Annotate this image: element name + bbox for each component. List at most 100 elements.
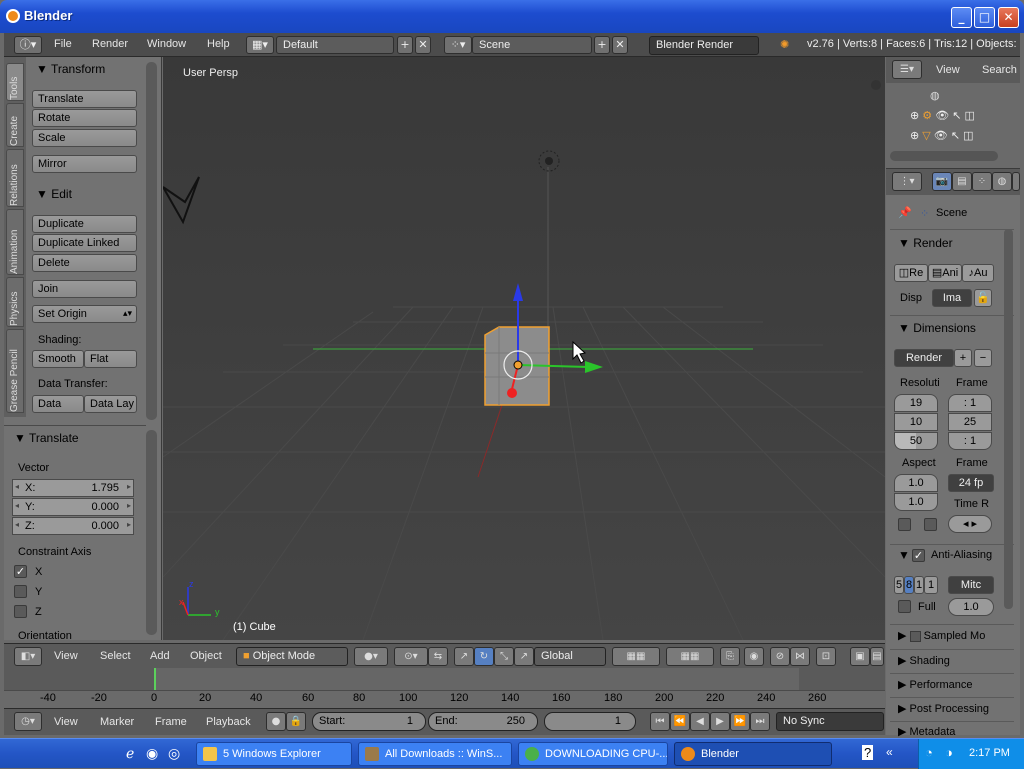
play-icon[interactable]: ▶ [710, 712, 730, 731]
duplicate-button[interactable]: Duplicate [32, 215, 137, 233]
render-preview-icon[interactable]: ◉ [744, 647, 764, 666]
render-preset-select[interactable]: Render [894, 349, 954, 367]
record-icon[interactable]: ● [266, 712, 286, 731]
3d-viewport[interactable]: User Persp (1) Cube z y x [163, 57, 885, 640]
edit-panel-header[interactable]: ▼ Edit [36, 187, 72, 201]
maximize-button[interactable]: □ [974, 7, 995, 28]
lock-interface-icon[interactable]: 🔓 [974, 289, 992, 307]
display-mode-select[interactable]: Ima [932, 289, 972, 307]
lock-icon[interactable]: ⎘ [720, 647, 740, 666]
translate-manipulator-icon[interactable]: ↗ [454, 647, 474, 666]
shading-panel-header[interactable]: ▶ Shading [898, 654, 950, 667]
screen-layout-field[interactable]: Default [276, 36, 394, 54]
render-animation-button[interactable]: ▤Ani [928, 264, 962, 282]
aa-filter-select[interactable]: Mitc [948, 576, 994, 594]
add-layout-icon[interactable]: + [397, 36, 413, 54]
camera-row-expand-icon[interactable]: ⊕ ⚙ 👁 ↖ ◫ [910, 109, 975, 122]
translate-button[interactable]: Translate [32, 90, 137, 108]
menu-file[interactable]: File [54, 38, 72, 50]
screen-layout-icon[interactable]: ▦▾ [246, 36, 274, 54]
post-processing-panel-header[interactable]: ▶ Post Processing [898, 702, 989, 715]
mode-select[interactable]: ■ Object Mode [236, 647, 348, 666]
close-button[interactable]: ✕ [998, 7, 1019, 28]
editor-type-timeline-icon[interactable]: ◷▾ [14, 712, 42, 731]
tab-animation[interactable]: Animation [6, 209, 24, 275]
snap-element-icon[interactable]: ⋈ [790, 647, 810, 666]
menu-help[interactable]: Help [207, 38, 230, 50]
jump-next-key-icon[interactable]: ⏩ [730, 712, 750, 731]
opengl-render-icon[interactable]: ▣ [850, 647, 870, 666]
quicklaunch-ie-icon[interactable]: ℯ [126, 745, 134, 762]
remove-scene-icon[interactable]: ✕ [612, 36, 628, 54]
jump-end-icon[interactable]: ⏭ [750, 712, 770, 731]
render-engine-select[interactable]: Blender Render [649, 36, 759, 55]
metadata-panel-header[interactable]: ▶ Metadata [898, 725, 955, 738]
minimize-button[interactable]: _ [951, 7, 972, 28]
add-scene-icon[interactable]: + [594, 36, 610, 54]
anti-aliasing-checkbox[interactable]: ✓ [912, 549, 925, 562]
flat-button[interactable]: Flat [84, 350, 137, 368]
full-sample-checkbox[interactable] [898, 600, 911, 613]
help-icon[interactable]: ? [862, 745, 874, 760]
delete-button[interactable]: Delete [32, 254, 137, 272]
render-audio-button[interactable]: ♪Au [962, 264, 994, 282]
editor-type-3d-icon[interactable]: ◧▾ [14, 647, 42, 666]
timeline-menu-marker[interactable]: Marker [100, 716, 134, 728]
join-button[interactable]: Join [32, 280, 137, 298]
operator-panel-scrollbar[interactable] [146, 430, 157, 635]
mirror-button[interactable]: Mirror [32, 155, 137, 173]
constraint-y-checkbox[interactable] [14, 585, 27, 598]
manipulator-toggle-icon[interactable]: ⇆ [428, 647, 448, 666]
transform-panel-header[interactable]: ▼ Transform [36, 62, 105, 76]
remove-preset-icon[interactable]: − [974, 349, 992, 367]
dimensions-panel-header[interactable]: ▼ Dimensions [898, 321, 976, 335]
operator-panel-header[interactable]: ▼ Translate [14, 431, 79, 445]
frame-rate-select[interactable]: 24 fp [948, 474, 994, 492]
performance-panel-header[interactable]: ▶ Performance [898, 678, 973, 691]
aspect-y-field[interactable]: 1.0 [894, 493, 938, 511]
timeline-menu-frame[interactable]: Frame [155, 716, 187, 728]
aa-samples-8[interactable]: 8 [904, 576, 914, 594]
transform-orientation-select[interactable]: Global [534, 647, 606, 666]
menu-select[interactable]: Select [100, 650, 131, 662]
viewport-corner-icon[interactable] [871, 80, 881, 90]
task-downloading-cpu[interactable]: DOWNLOADING CPU-... [518, 742, 668, 766]
scene-selector-icon[interactable]: ⁘▾ [444, 36, 472, 54]
layer-buttons-2[interactable]: ▦▦ [666, 647, 714, 666]
start-frame-field[interactable]: Start: 1 [312, 712, 426, 731]
timeline-menu-playback[interactable]: Playback [206, 716, 251, 728]
current-frame-field[interactable]: 1 [544, 712, 636, 731]
smooth-button[interactable]: Smooth [32, 350, 84, 368]
aa-samples-16[interactable]: 1 [924, 576, 938, 594]
layer-buttons-1[interactable]: ▦▦ [612, 647, 660, 666]
pivot-point-icon[interactable]: ⊙▾ [394, 647, 428, 666]
rotate-button[interactable]: Rotate [32, 109, 137, 127]
pin-icon[interactable]: 📌 [898, 206, 912, 219]
tab-create[interactable]: Create [6, 103, 24, 147]
world-tab-icon[interactable]: ◍ [992, 172, 1012, 191]
vector-z-field[interactable]: ◂ Z: 0.000 ▸ [12, 517, 134, 535]
cube-row-expand-icon[interactable]: ⊕ ▽ 👁 ↖ ◫ [910, 129, 974, 142]
add-preset-icon[interactable]: + [954, 349, 972, 367]
jump-prev-key-icon[interactable]: ⏪ [670, 712, 690, 731]
properties-scrollbar[interactable] [1004, 229, 1013, 609]
crop-checkbox[interactable] [924, 518, 937, 531]
tray-arrow-icon[interactable]: « [886, 745, 893, 759]
menu-window[interactable]: Window [147, 38, 186, 50]
aa-samples-5[interactable]: 5 [894, 576, 904, 594]
proportional-edit-icon[interactable]: ⊡ [816, 647, 836, 666]
sync-mode-select[interactable]: No Sync [776, 712, 884, 731]
render-layers-tab-icon[interactable]: ▤ [952, 172, 972, 191]
rotate-manipulator-icon[interactable]: ↻ [474, 647, 494, 666]
menu-view[interactable]: View [54, 650, 78, 662]
resolution-y-field[interactable]: 10 [894, 413, 938, 431]
tab-relations[interactable]: Relations [6, 149, 24, 207]
motion-blur-panel-header[interactable]: ▶ Sampled Mo [898, 629, 985, 642]
scene-tab-icon[interactable]: ⁘ [972, 172, 992, 191]
scene-field[interactable]: Scene [472, 36, 592, 54]
frame-start-field[interactable]: : 1 [948, 394, 992, 412]
time-remap-field[interactable]: ◂ ▸ [948, 515, 992, 533]
task-windows-explorer[interactable]: 5 Windows Explorer [196, 742, 352, 766]
frame-step-field[interactable]: : 1 [948, 432, 992, 450]
scale-manipulator-icon[interactable]: ⤡ [494, 647, 514, 666]
